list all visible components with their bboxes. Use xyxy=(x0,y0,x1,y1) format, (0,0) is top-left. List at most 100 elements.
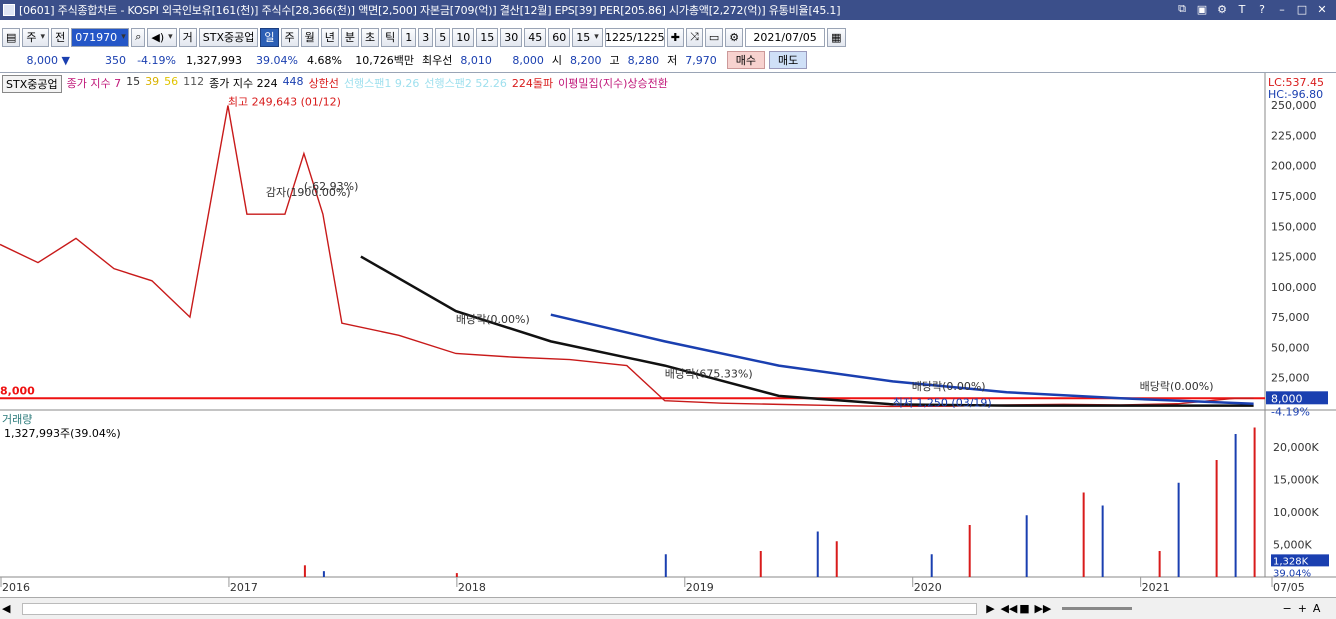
tab-second[interactable]: 초 xyxy=(361,27,380,47)
tab-day[interactable]: 일 xyxy=(260,27,279,47)
zoom-out-icon[interactable]: − xyxy=(1282,602,1291,615)
chart-annotation: 배당락(675.33%) xyxy=(665,368,753,381)
y-tick-label: 175,000 xyxy=(1271,190,1317,203)
layout-icon[interactable]: ⧉ xyxy=(1174,1,1190,17)
volume-value: 1,327,993 xyxy=(186,53,242,67)
trade-button[interactable]: 거 xyxy=(178,27,197,47)
volume-bar xyxy=(1253,427,1256,577)
x-tick-label: 2019 xyxy=(686,581,714,594)
best-ask: 8,010 xyxy=(460,53,492,67)
x-tick-label: 2016 xyxy=(2,581,30,594)
play-icon[interactable]: ▶ xyxy=(983,602,997,615)
interval-3[interactable]: 3 xyxy=(418,27,434,47)
price-change: 350 xyxy=(105,53,126,67)
gear-icon[interactable]: ⚙ xyxy=(725,27,744,47)
current-price-label: 8,000 xyxy=(1271,392,1303,405)
tab-week[interactable]: 주 xyxy=(280,27,299,47)
y-tick-label: 25,000 xyxy=(1271,372,1310,385)
interval-1[interactable]: 1 xyxy=(401,27,417,47)
interval-15[interactable]: 15 xyxy=(476,27,499,47)
search-icon[interactable]: ⌕ xyxy=(131,27,146,47)
sell-button[interactable]: 매도 xyxy=(769,51,808,69)
forward-icon[interactable]: ▶▶ xyxy=(1034,602,1051,615)
zoom-slider[interactable] xyxy=(1062,607,1133,610)
volume-last-rate: 39.04% xyxy=(1273,568,1311,579)
y-tick-label: 100,000 xyxy=(1271,281,1317,294)
best-bid: 8,000 xyxy=(512,53,544,67)
interval-select[interactable]: 15 xyxy=(572,27,603,47)
price-line xyxy=(0,105,1254,408)
restore-icon[interactable]: ▣ xyxy=(1194,1,1210,17)
volume-bar xyxy=(930,554,933,577)
buy-button[interactable]: 매수 xyxy=(726,51,765,69)
stop-icon[interactable]: ■ xyxy=(1017,602,1031,615)
text-tool-icon[interactable]: A xyxy=(1313,602,1321,615)
volume-bar xyxy=(455,573,458,577)
y-tick-label: 225,000 xyxy=(1271,129,1317,142)
indicator-icon[interactable]: ⤨ xyxy=(686,27,703,47)
tab-minute[interactable]: 분 xyxy=(340,27,360,47)
interval-5[interactable]: 5 xyxy=(435,27,451,47)
page-counter[interactable]: 1225/1225 xyxy=(604,27,665,47)
minimize-icon[interactable]: – xyxy=(1274,1,1290,17)
high-label: 고 xyxy=(609,54,620,67)
volume-tick-label: 10,000K xyxy=(1273,506,1319,519)
interval-45[interactable]: 45 xyxy=(524,27,547,47)
volume-bar xyxy=(968,525,971,577)
maximize-icon[interactable]: □ xyxy=(1294,1,1310,17)
tab-year[interactable]: 년 xyxy=(320,27,339,47)
stock-name-field: STX중공업 xyxy=(198,27,259,47)
volume-bar xyxy=(835,541,838,577)
close-icon[interactable]: ✕ xyxy=(1314,1,1330,17)
x-tick-label: 2018 xyxy=(458,581,486,594)
menu-icon[interactable]: ▤ xyxy=(2,27,21,47)
current-price: 8,000 ▼ xyxy=(26,53,70,67)
open-label: 시 xyxy=(551,54,562,67)
speaker-icon[interactable]: ◀) xyxy=(147,27,177,47)
volume-bar xyxy=(1025,515,1028,577)
volume-bar xyxy=(1158,551,1161,577)
crosshair-icon[interactable]: ✚ xyxy=(666,27,685,47)
text-icon[interactable]: T xyxy=(1234,1,1250,17)
market-type-select[interactable]: 주 xyxy=(22,27,50,47)
volume-bar xyxy=(1082,492,1085,577)
zoom-in-icon[interactable]: + xyxy=(1298,602,1307,615)
interval-10[interactable]: 10 xyxy=(452,27,475,47)
scroll-track[interactable] xyxy=(22,602,978,615)
date-field[interactable]: 2021/07/05 xyxy=(745,27,826,47)
x-tick-label: 2021 xyxy=(1142,581,1170,594)
scroll-left-icon[interactable]: ◀ xyxy=(2,602,10,615)
app-icon xyxy=(3,4,15,16)
window-controls: ⧉ ▣ ⚙ T ? – □ ✕ xyxy=(1174,1,1330,17)
tab-month[interactable]: 월 xyxy=(300,27,319,47)
hc-label: HC:-96.80 xyxy=(1268,88,1323,101)
x-tick-label: 07/05 xyxy=(1273,581,1305,594)
interval-60[interactable]: 60 xyxy=(548,27,571,47)
save-icon[interactable]: ▭ xyxy=(704,27,724,47)
chart-annotation: 배당락(0.00%) xyxy=(1140,380,1214,393)
stock-code-input[interactable]: 071970 xyxy=(71,27,130,47)
scroll-bar[interactable]: ◀ ▶ ◀◀ ■ ▶▶ − + A xyxy=(0,597,1336,619)
volume-tick-label: 15,000K xyxy=(1273,474,1319,487)
volume-bar xyxy=(1234,434,1237,577)
interval-30[interactable]: 30 xyxy=(500,27,523,47)
trade-amount: 10,726백만 xyxy=(355,54,414,67)
volume-info: 1,327,993주(39.04%) xyxy=(4,427,121,440)
tab-tick[interactable]: 틱 xyxy=(381,27,400,47)
help-icon[interactable]: ? xyxy=(1254,1,1270,17)
chart-annotation: 배당락(0.00%) xyxy=(456,313,530,326)
calendar-icon[interactable]: ▦ xyxy=(827,27,846,47)
rewind-icon[interactable]: ◀◀ xyxy=(1000,602,1017,615)
chart-annotation: 배당락(0.00%) xyxy=(912,380,986,393)
settings-icon[interactable]: ⚙ xyxy=(1214,1,1230,17)
volume-bar xyxy=(322,571,325,577)
y-tick-label: 125,000 xyxy=(1271,251,1317,264)
price-chart[interactable]: 250,000 225,000 200,000 175,000 150,000 125,0… xyxy=(0,73,1336,597)
y-tick-label: 50,000 xyxy=(1271,341,1310,354)
volume-tick-label: 20,000K xyxy=(1273,441,1319,454)
volume-tick-label: 5,000K xyxy=(1273,539,1312,552)
window-title: [0601] 주식종합차트 - KOSPI 외국인보유[161(천)] 주식수[… xyxy=(19,4,841,17)
all-button[interactable]: 전 xyxy=(51,27,70,47)
chart-panel: STX중공업 종가 지수 7 15 39 56 112 종가 지수 224 44… xyxy=(0,72,1336,596)
playback-controls: ▶ ◀◀ ■ ▶▶ xyxy=(983,602,1051,615)
